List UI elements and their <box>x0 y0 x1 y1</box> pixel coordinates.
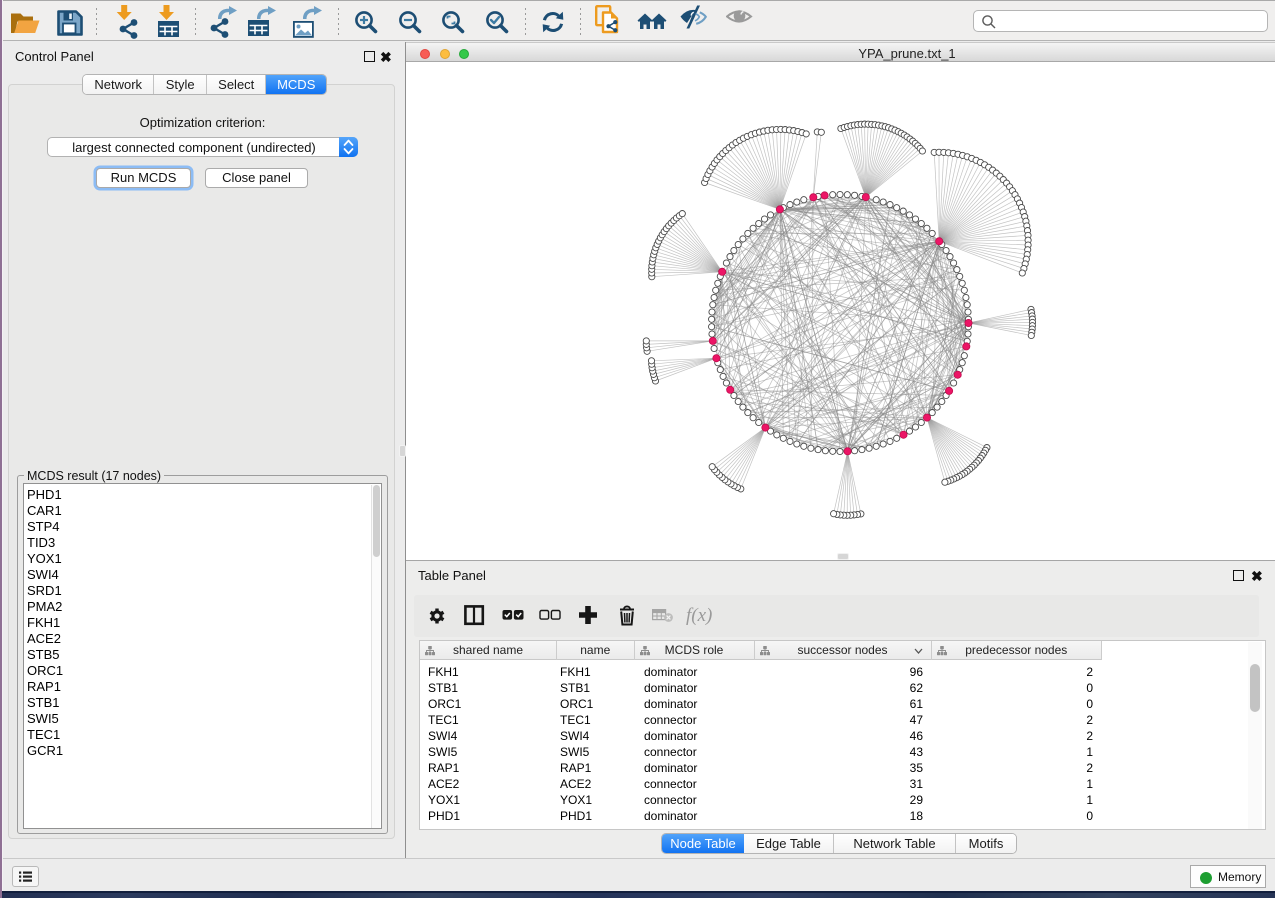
svg-text:f(x): f(x) <box>686 605 712 626</box>
